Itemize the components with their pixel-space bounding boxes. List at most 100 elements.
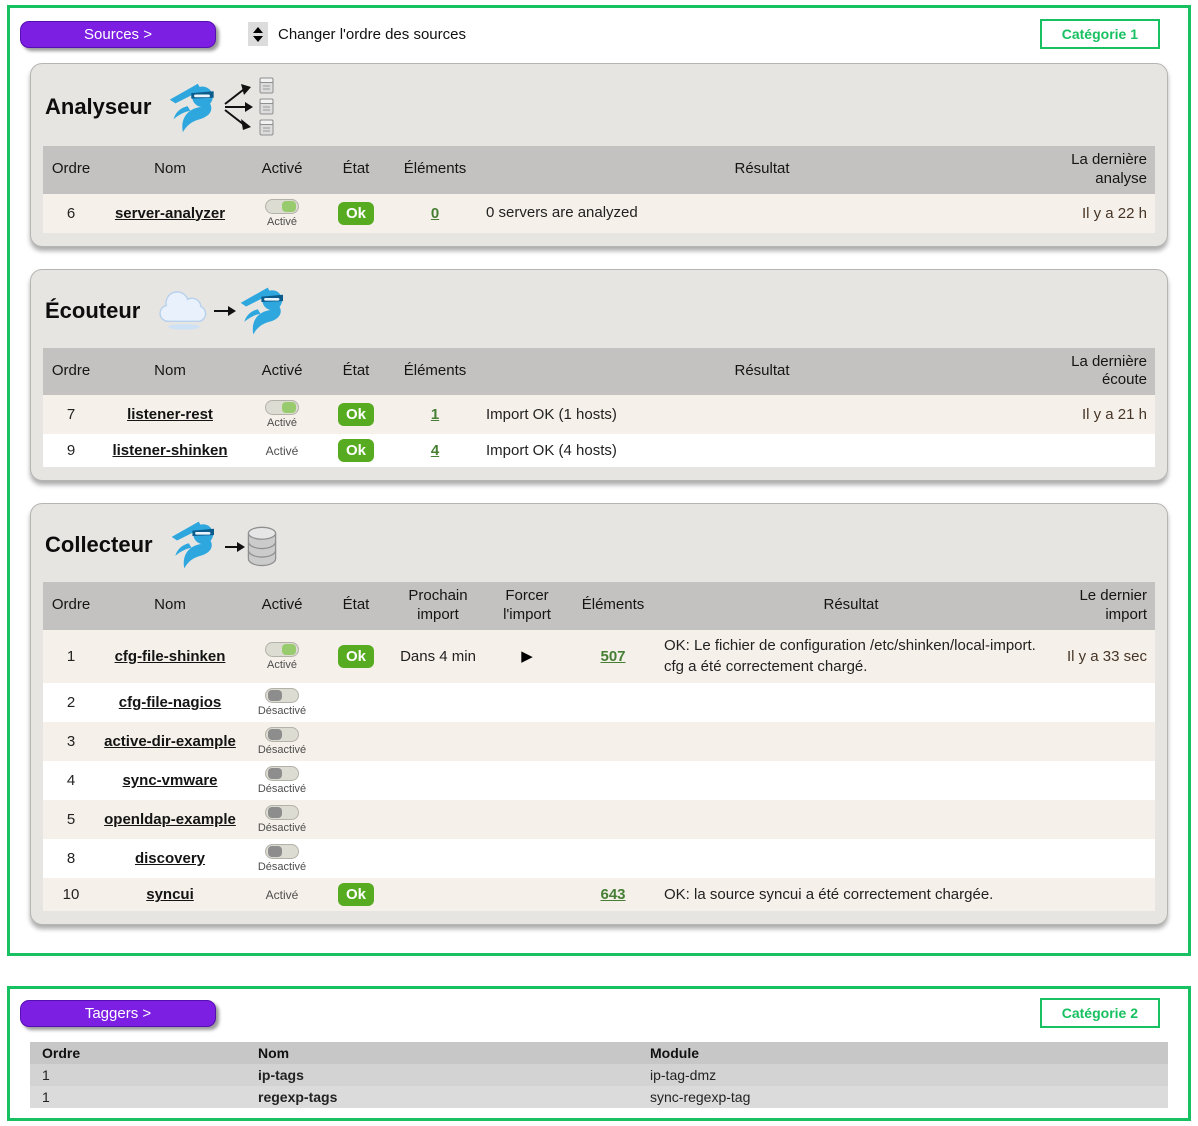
source-name-link[interactable]: syncui	[146, 886, 194, 903]
toggle-knob	[268, 846, 282, 857]
col-header-ordre: Ordre	[43, 146, 99, 194]
analyseur-table: OrdreNomActivéÉtatÉlémentsRésultatLa der…	[43, 146, 1155, 233]
col-header-etat: État	[323, 348, 389, 396]
nom-cell: discovery	[99, 839, 241, 878]
elements-cell: 1	[389, 395, 481, 434]
table-body: 1ip-tagsip-tag-dmz1regexp-tagssync-regex…	[30, 1064, 1168, 1108]
toggle-knob	[282, 644, 296, 655]
source-name-link[interactable]: listener-rest	[127, 406, 213, 423]
col-header-elements: Éléments	[389, 146, 481, 194]
force-import-button[interactable]: ▶	[521, 648, 533, 665]
elements-cell	[567, 683, 659, 722]
toggle-knob	[268, 729, 282, 740]
ordre-cell: 10	[43, 878, 99, 911]
elements-count-link[interactable]: 0	[431, 205, 439, 222]
forcer-cell	[487, 722, 567, 761]
collecteur-title-row: Collecteur	[31, 504, 1167, 582]
forcer-cell	[487, 761, 567, 800]
sources-topbar: Sources > Changer l'ordre des sources Ca…	[10, 8, 1188, 51]
col-header-etat: État	[323, 582, 389, 630]
ordre-cell: 4	[43, 761, 99, 800]
toggle-switch[interactable]	[265, 642, 299, 657]
status-badge: Ok	[338, 202, 374, 225]
toggle-switch[interactable]	[265, 844, 299, 859]
elements-cell	[567, 761, 659, 800]
ecouteur-table: OrdreNomActivéÉtatÉlémentsRésultatLa der…	[43, 348, 1155, 468]
nom-cell: regexp-tags	[246, 1086, 638, 1108]
elements-count-link[interactable]: 507	[600, 648, 625, 665]
active-cell: Désactivé	[241, 761, 323, 800]
active-cell: Désactivé	[241, 722, 323, 761]
sources-button[interactable]: Sources >	[20, 21, 216, 48]
col-header-ordre: Ordre	[30, 1042, 246, 1064]
source-name-link[interactable]: sync-vmware	[122, 772, 217, 789]
etat-cell: Ok	[323, 194, 389, 233]
source-name-link[interactable]: server-analyzer	[115, 205, 225, 222]
col-header-elements: Éléments	[389, 348, 481, 396]
forcer-cell	[487, 800, 567, 839]
table-row: 1cfg-file-shinkenActivéOkDans 4 min▶507O…	[43, 630, 1155, 684]
elements-count-link[interactable]: 1	[431, 406, 439, 423]
col-header-nom: Nom	[99, 582, 241, 630]
col-header-resultat: Résultat	[481, 348, 1043, 396]
source-name-link[interactable]: active-dir-example	[104, 733, 236, 750]
ecouteur-title: Écouteur	[45, 298, 140, 324]
source-name-link[interactable]: cfg-file-shinken	[115, 648, 226, 665]
toggle-knob	[268, 807, 282, 818]
table-row: 2cfg-file-nagiosDésactivé	[43, 683, 1155, 722]
collecteur-table: OrdreNomActivéÉtatProchain importForcer …	[43, 582, 1155, 911]
col-header-forcer: Forcer l'import	[487, 582, 567, 630]
etat-cell: Ok	[323, 878, 389, 911]
nom-cell: cfg-file-shinken	[99, 630, 241, 684]
ordre-cell: 1	[43, 630, 99, 684]
source-name-link[interactable]: openldap-example	[104, 811, 236, 828]
ordre-cell: 6	[43, 194, 99, 233]
module-cell: sync-regexp-tag	[638, 1086, 1168, 1108]
ordre-cell: 1	[30, 1064, 246, 1086]
sources-panel: Sources > Changer l'ordre des sources Ca…	[7, 5, 1191, 956]
sort-order-icon[interactable]	[248, 22, 268, 46]
taggers-button[interactable]: Taggers >	[20, 1000, 216, 1027]
toggle-switch[interactable]	[265, 805, 299, 820]
toggle-knob	[282, 402, 296, 413]
status-badge: Ok	[338, 403, 374, 426]
nom-cell: cfg-file-nagios	[99, 683, 241, 722]
table-row: 8discoveryDésactivé	[43, 839, 1155, 878]
col-header-active: Activé	[241, 582, 323, 630]
nom-cell: sync-vmware	[99, 761, 241, 800]
nom-cell: openldap-example	[99, 800, 241, 839]
source-name-link[interactable]: cfg-file-nagios	[119, 694, 222, 711]
source-name-link[interactable]: discovery	[135, 850, 205, 867]
toggle-switch[interactable]	[265, 766, 299, 781]
last-cell	[1043, 722, 1155, 761]
etat-cell	[323, 683, 389, 722]
table-body: 1cfg-file-shinkenActivéOkDans 4 min▶507O…	[43, 630, 1155, 912]
table-header: OrdreNomModule	[30, 1042, 1168, 1064]
active-state-label: Activé	[246, 417, 318, 429]
elements-cell	[567, 800, 659, 839]
elements-count-link[interactable]: 4	[431, 442, 439, 459]
col-header-ordre: Ordre	[43, 348, 99, 396]
table-row: 5openldap-exampleDésactivé	[43, 800, 1155, 839]
col-header-resultat: Résultat	[481, 146, 1043, 194]
category-2-button[interactable]: Catégorie 2	[1040, 998, 1160, 1028]
prochain-cell	[389, 761, 487, 800]
last-cell	[1043, 683, 1155, 722]
etat-cell: Ok	[323, 395, 389, 434]
arrow-down-icon	[253, 36, 263, 42]
nom-cell: ip-tags	[246, 1064, 638, 1086]
source-name-link[interactable]: listener-shinken	[112, 442, 227, 459]
elements-count-link[interactable]: 643	[600, 886, 625, 903]
toggle-switch[interactable]	[265, 400, 299, 415]
active-cell: Activé	[241, 630, 323, 684]
toggle-switch[interactable]	[265, 199, 299, 214]
toggle-switch[interactable]	[265, 688, 299, 703]
toggle-switch[interactable]	[265, 727, 299, 742]
nom-cell: active-dir-example	[99, 722, 241, 761]
category-1-button[interactable]: Catégorie 1	[1040, 19, 1160, 49]
status-badge: Ok	[338, 883, 374, 906]
tagger-name: ip-tags	[258, 1067, 304, 1083]
col-header-last: La dernière écoute	[1043, 348, 1155, 396]
analyseur-card: Analyseur OrdreNomActivéÉtatÉlémentsRésu…	[30, 63, 1168, 247]
ordre-cell: 3	[43, 722, 99, 761]
